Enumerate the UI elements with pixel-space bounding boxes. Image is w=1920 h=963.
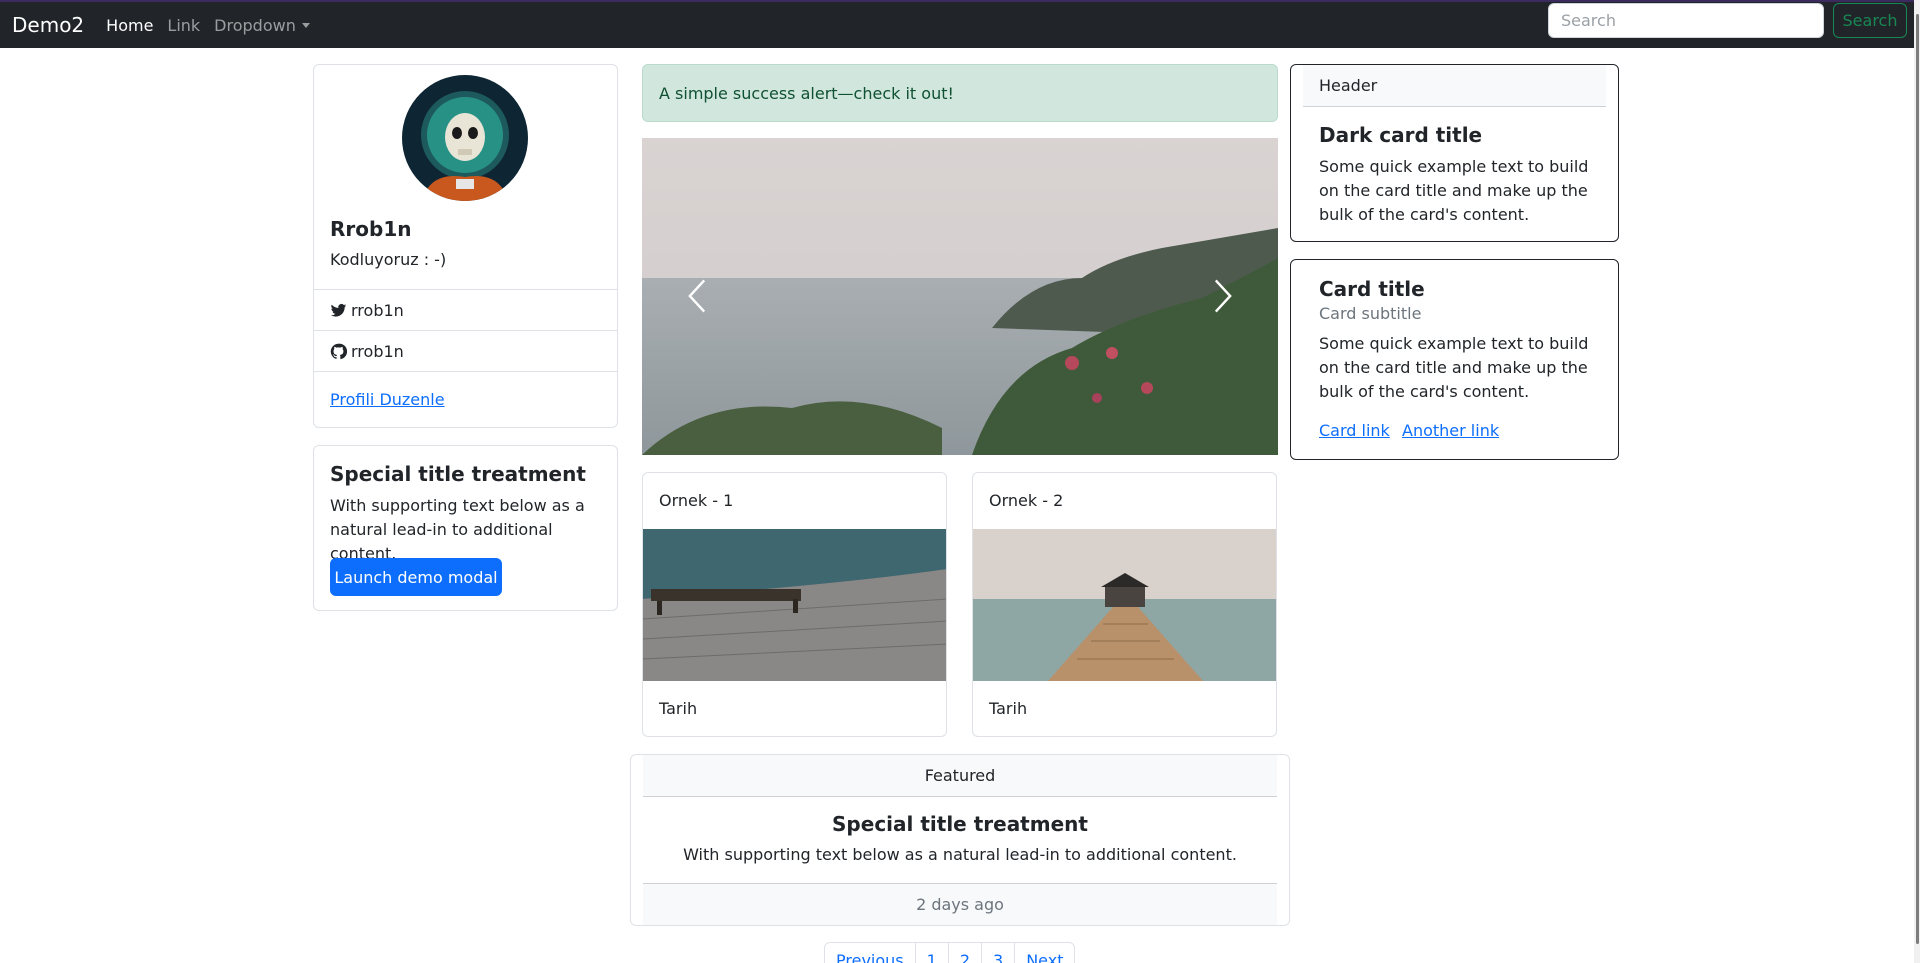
success-alert: A simple success alert—check it out!: [642, 64, 1278, 122]
alert-text: A simple success alert—check it out!: [659, 83, 954, 103]
carousel-image: [642, 138, 1278, 455]
launch-modal-button[interactable]: Launch demo modal: [330, 558, 502, 596]
dark-card-title: Dark card title: [1319, 123, 1483, 147]
profile-bio: Kodluyoruz : -): [330, 250, 447, 269]
dark-card-text: Some quick example text to build on the …: [1319, 157, 1589, 224]
edit-profile-link[interactable]: Profili Duzenle: [330, 390, 445, 409]
avatar: [402, 75, 528, 201]
github-icon: [330, 343, 347, 359]
featured-header: Featured: [643, 755, 1277, 797]
nav-link-link[interactable]: Link: [167, 16, 200, 35]
featured-footer: 2 days ago: [643, 883, 1277, 925]
card-title: Ornek - 2: [989, 491, 1064, 510]
example-card-2: Ornek - 2 Tarih: [972, 472, 1277, 737]
special-card: Special title treatment With supporting …: [313, 445, 618, 611]
pagination-next[interactable]: Next: [1014, 942, 1076, 963]
twitter-icon: [330, 303, 347, 317]
card-image-pier-gazebo: [973, 529, 1276, 681]
example-card-1: Ornek - 1 Tarih: [642, 472, 947, 737]
pagination-page-3[interactable]: 3: [981, 942, 1016, 963]
another-link[interactable]: Another link: [1402, 421, 1499, 440]
search-button[interactable]: Search: [1833, 3, 1907, 38]
nav-dropdown-label: Dropdown: [214, 15, 296, 35]
link-card: Card title Card subtitle Some quick exam…: [1290, 259, 1619, 460]
pagination: Previous 1 2 3 Next: [824, 942, 1076, 963]
github-item: rrob1n: [314, 330, 617, 371]
profile-card: Rrob1n Kodluyoruz : -) rrob1n rrob1n Pro…: [313, 64, 618, 428]
navbar-brand[interactable]: Demo2: [12, 13, 84, 37]
scrollbar-thumb[interactable]: [1916, 14, 1919, 944]
dark-card-header: Header: [1303, 65, 1606, 107]
pagination-page-1[interactable]: 1: [914, 942, 949, 963]
edit-profile-item: Profili Duzenle: [314, 371, 617, 427]
special-card-title: Special title treatment: [330, 462, 586, 486]
twitter-handle: rrob1n: [351, 300, 404, 320]
card-footer: Tarih: [659, 699, 698, 718]
nav-dropdown[interactable]: Dropdown: [214, 16, 310, 35]
link-card-title: Card title: [1319, 277, 1425, 301]
card-footer: Tarih: [989, 699, 1028, 718]
card-link[interactable]: Card link: [1319, 421, 1390, 440]
twitter-item: rrob1n: [314, 289, 617, 330]
chevron-left-icon: [688, 279, 706, 313]
chevron-right-icon: [1214, 279, 1232, 313]
card-title: Ornek - 1: [659, 491, 734, 510]
featured-title: Special title treatment: [832, 812, 1088, 836]
special-card-text: With supporting text below as a natural …: [330, 496, 585, 563]
pagination-page-2[interactable]: 2: [947, 942, 982, 963]
carousel-next-button[interactable]: [1208, 278, 1238, 314]
featured-card: Featured Special title treatment With su…: [630, 754, 1290, 926]
search-input[interactable]: [1548, 3, 1824, 38]
card-image-pier-bench: [643, 529, 946, 681]
nav-home-link[interactable]: Home: [106, 16, 153, 35]
caret-down-icon: [301, 22, 310, 28]
carousel-prev-button[interactable]: [682, 278, 712, 314]
carousel[interactable]: [642, 138, 1278, 455]
link-card-subtitle: Card subtitle: [1319, 304, 1422, 323]
github-handle: rrob1n: [351, 341, 404, 361]
profile-name: Rrob1n: [330, 217, 412, 241]
pagination-previous[interactable]: Previous: [824, 942, 916, 963]
featured-text: With supporting text below as a natural …: [683, 845, 1237, 864]
dark-card: Header Dark card title Some quick exampl…: [1290, 64, 1619, 242]
link-card-text: Some quick example text to build on the …: [1319, 334, 1589, 401]
